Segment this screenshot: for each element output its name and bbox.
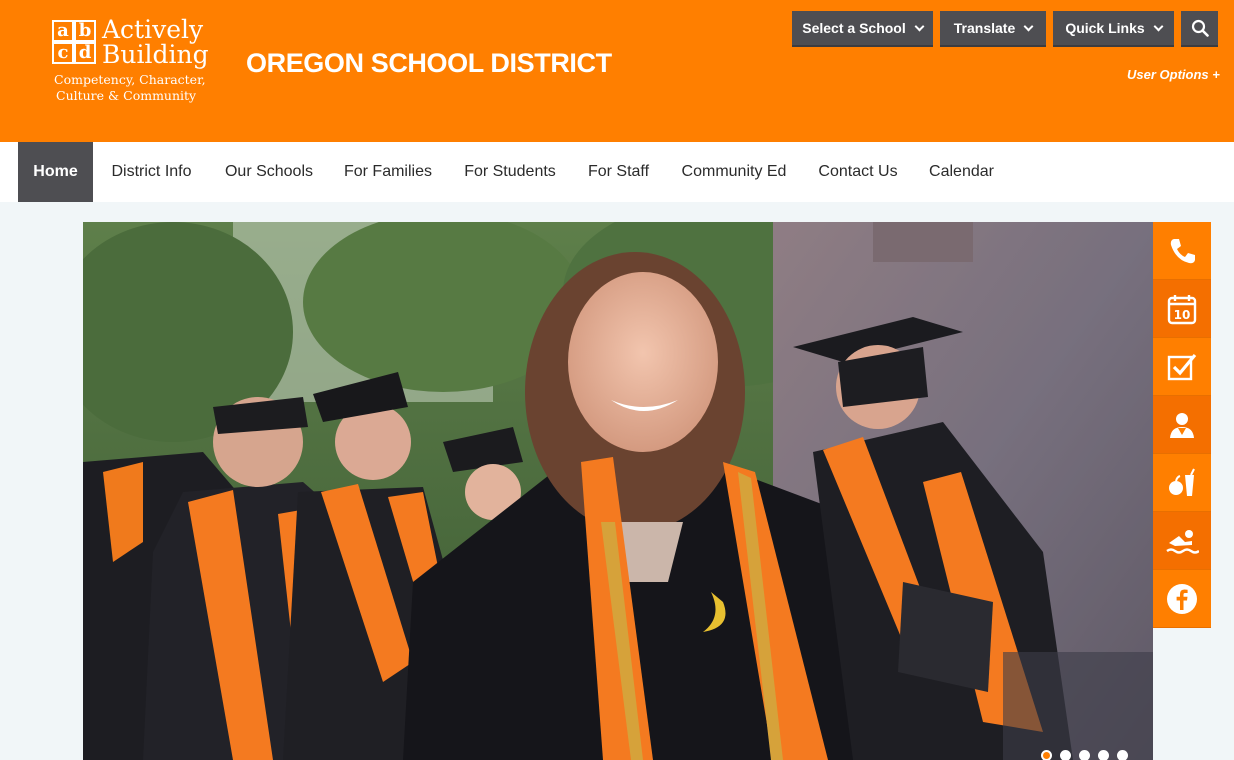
calendar-button[interactable]: 10 bbox=[1153, 280, 1211, 338]
slide-dot[interactable] bbox=[1079, 750, 1090, 760]
translate-label: Translate bbox=[953, 20, 1016, 36]
facebook-icon bbox=[1167, 583, 1197, 614]
logo-text-building: Building bbox=[102, 40, 209, 69]
search-button[interactable] bbox=[1181, 11, 1218, 47]
phone-button[interactable] bbox=[1153, 222, 1211, 280]
nav-item-for-students[interactable]: For Students bbox=[448, 142, 572, 202]
site-header: a b c d Actively Building Competency, Ch… bbox=[0, 0, 1234, 142]
translate-button[interactable]: Translate bbox=[940, 11, 1046, 47]
nav-item-contact-us[interactable]: Contact Us bbox=[803, 142, 913, 202]
quick-icon-sidebar: 10 bbox=[1153, 222, 1211, 628]
nav-item-for-families[interactable]: For Families bbox=[328, 142, 448, 202]
slide-dot[interactable] bbox=[1041, 750, 1052, 760]
nav-item-our-schools[interactable]: Our Schools bbox=[210, 142, 328, 202]
staff-button[interactable] bbox=[1153, 396, 1211, 454]
logo-mark-icon: a b c d bbox=[52, 20, 98, 64]
hero-image bbox=[83, 222, 1153, 760]
user-options-link[interactable]: User Options + bbox=[1127, 67, 1220, 82]
chevron-down-icon bbox=[1153, 21, 1164, 31]
slideshow-dots bbox=[1041, 750, 1128, 760]
checklist-button[interactable] bbox=[1153, 338, 1211, 396]
district-logo[interactable]: a b c d Actively Building Competency, Ch… bbox=[52, 16, 214, 108]
site-title[interactable]: OREGON SCHOOL DISTRICT bbox=[246, 48, 612, 79]
nav-item-community-ed[interactable]: Community Ed bbox=[665, 142, 803, 202]
hero-slideshow[interactable] bbox=[83, 222, 1153, 760]
quick-links-button[interactable]: Quick Links bbox=[1053, 11, 1174, 47]
checklist-icon bbox=[1167, 353, 1197, 380]
select-school-button[interactable]: Select a School bbox=[792, 11, 933, 47]
chevron-down-icon bbox=[914, 21, 925, 31]
slide-dot[interactable] bbox=[1117, 750, 1128, 760]
phone-icon bbox=[1170, 238, 1195, 263]
lunch-icon bbox=[1169, 468, 1195, 496]
swimmer-icon bbox=[1166, 529, 1199, 554]
calendar-day-number: 10 bbox=[1174, 308, 1191, 322]
quick-links-label: Quick Links bbox=[1065, 20, 1145, 36]
nav-item-home[interactable]: Home bbox=[18, 142, 93, 202]
staff-icon bbox=[1170, 412, 1194, 438]
calendar-icon: 10 bbox=[1167, 294, 1197, 324]
nav-item-district-info[interactable]: District Info bbox=[93, 142, 210, 202]
logo-tagline-line1: Competency, Character, bbox=[54, 72, 206, 87]
aquatics-button[interactable] bbox=[1153, 512, 1211, 570]
facebook-button[interactable] bbox=[1153, 570, 1211, 628]
slide-dot[interactable] bbox=[1060, 750, 1071, 760]
nav-item-for-staff[interactable]: For Staff bbox=[572, 142, 665, 202]
search-icon bbox=[1191, 19, 1209, 37]
chevron-down-icon bbox=[1023, 21, 1034, 31]
lunch-button[interactable] bbox=[1153, 454, 1211, 512]
main-nav: Home District Info Our Schools For Famil… bbox=[0, 142, 1234, 202]
slide-dot[interactable] bbox=[1098, 750, 1109, 760]
logo-tagline-line2: Culture & Community bbox=[56, 88, 197, 103]
select-school-label: Select a School bbox=[802, 20, 906, 36]
nav-item-calendar[interactable]: Calendar bbox=[913, 142, 1010, 202]
